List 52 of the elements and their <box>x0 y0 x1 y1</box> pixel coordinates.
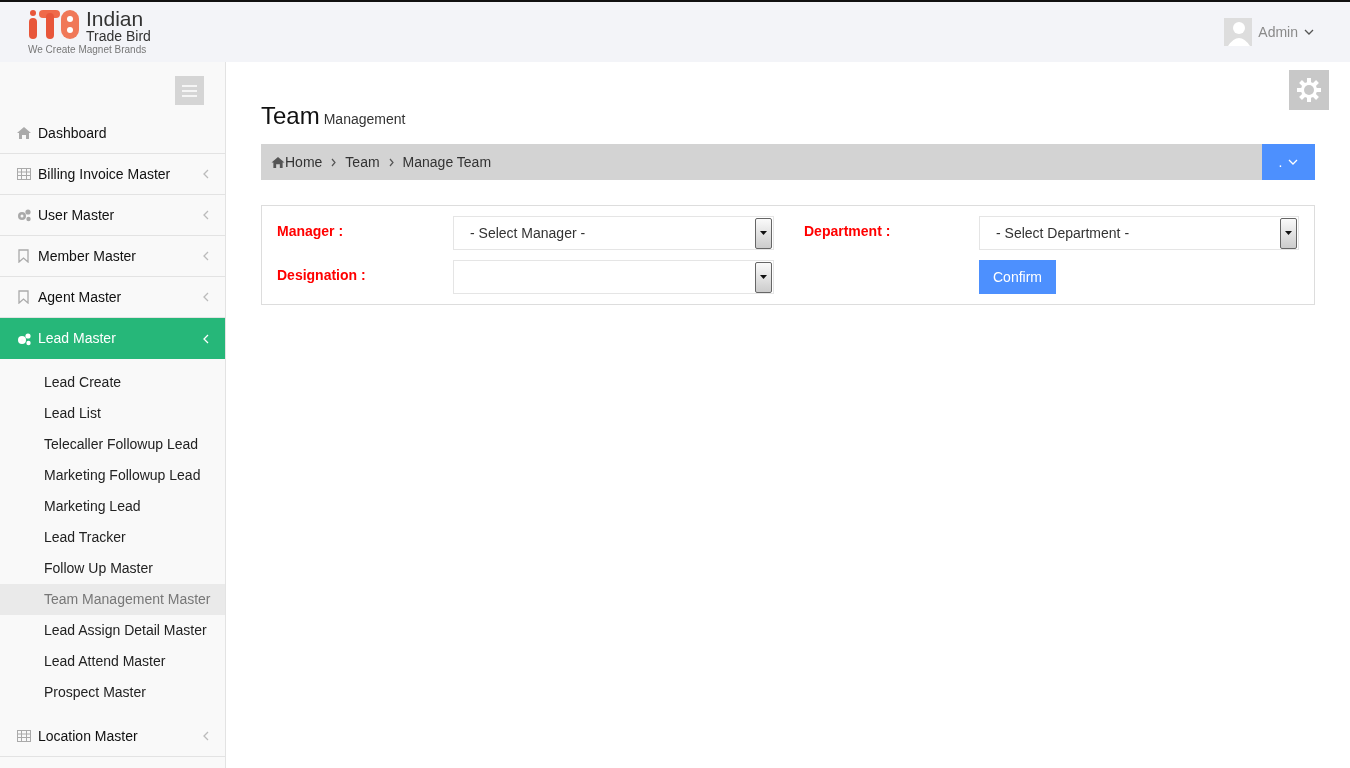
sidebar-item[interactable]: Location Master <box>0 716 225 757</box>
chevron-down-icon <box>1288 159 1299 165</box>
logo-icon <box>28 8 80 39</box>
bookmark-icon <box>16 290 32 304</box>
select-field[interactable]: - Select Manager - <box>453 216 774 250</box>
brand-name: Indian <box>86 8 145 29</box>
gears-icon <box>16 331 32 346</box>
chevron-right-icon <box>388 157 394 167</box>
caret-icon <box>760 231 767 235</box>
dropdown-arrow-button[interactable] <box>1280 217 1297 249</box>
page-title: Team <box>261 102 320 129</box>
caret-icon <box>760 275 767 279</box>
field-label: Department : <box>804 222 892 241</box>
avatar-icon <box>1224 18 1253 46</box>
dropdown-arrow-button[interactable] <box>755 217 772 249</box>
chevron-down-icon <box>1304 29 1314 35</box>
settings-icon <box>1297 78 1321 102</box>
sidebar-item[interactable]: User Master <box>0 195 225 236</box>
gears-icon <box>16 208 32 222</box>
field-label: Designation : <box>277 266 367 285</box>
submenu-item[interactable]: Lead Tracker <box>0 522 225 553</box>
brand-subtitle: Trade Bird <box>86 28 151 44</box>
page-subtitle: Management <box>323 111 406 127</box>
select-field[interactable] <box>453 260 774 294</box>
submenu-item[interactable]: Prospect Master <box>0 677 225 708</box>
chevron-right-icon <box>331 157 337 167</box>
submenu-item[interactable]: Team Management Master <box>0 584 225 615</box>
submenu-item[interactable]: Telecaller Followup Lead <box>0 429 225 460</box>
table-icon <box>16 167 32 181</box>
submenu-item[interactable]: Lead List <box>0 398 225 429</box>
brand-tagline: We Create Magnet Brands <box>28 43 148 56</box>
home-icon <box>271 156 285 168</box>
sidebar-item[interactable]: Member Master <box>0 236 225 277</box>
submenu-item[interactable]: Lead Create <box>0 367 225 398</box>
submenu-item[interactable]: Marketing Followup Lead <box>0 460 225 491</box>
dropdown-arrow-button[interactable] <box>755 261 772 293</box>
home-icon <box>16 126 32 140</box>
submenu-item[interactable]: Follow Up Master <box>0 553 225 584</box>
breadcrumb-link[interactable]: Home <box>285 151 323 173</box>
field-label: Manager : <box>277 222 345 241</box>
sidebar-item[interactable]: Dashboard <box>0 113 225 154</box>
caret-icon <box>1285 231 1292 235</box>
submenu-item[interactable]: Lead Attend Master <box>0 646 225 677</box>
breadcrumb-link[interactable]: Team <box>345 151 380 173</box>
menu-icon <box>182 84 197 97</box>
bookmark-icon <box>16 249 32 263</box>
table-icon <box>16 729 32 743</box>
menu-toggle-button[interactable] <box>175 76 204 105</box>
submenu-item[interactable]: Lead Assign Detail Master <box>0 615 225 646</box>
sidebar-item[interactable]: Billing Invoice Master <box>0 154 225 195</box>
select-field[interactable]: - Select Department - <box>979 216 1299 250</box>
submenu-item[interactable]: Marketing Lead <box>0 491 225 522</box>
